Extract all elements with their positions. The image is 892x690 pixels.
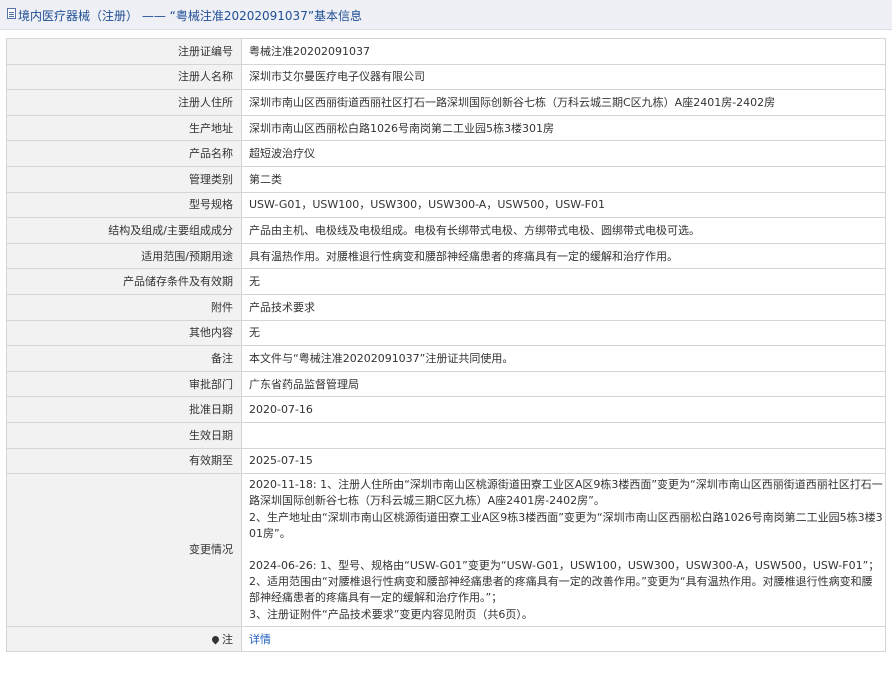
details-link[interactable]: 详情 [249,633,271,646]
row-management-category: 管理类别 第二类 [6,165,886,193]
row-label: 注册人住所 [6,89,242,116]
note-label: 注 [222,632,233,646]
row-label: 产品名称 [6,140,242,167]
change-history-content: 2020-11-18: 1、注册人住所由“深圳市南山区桃源街道田寮工业区A区9栋… [241,473,886,627]
row-label: 变更情况 [6,473,242,627]
row-label: 其他内容 [6,319,242,347]
change-line: 3、注册证附件“产品技术要求”变更内容见附页（共6页）。 [249,607,533,621]
row-intended-use: 适用范围/预期用途 具有温热作用。对腰椎退行性病变和腰部神经痛患者的疼痛具有一定… [6,242,886,270]
row-remarks: 备注 本文件与“粤械注准20202091037”注册证共同使用。 [6,345,886,372]
row-label: 附件 [6,293,242,321]
row-value: 产品技术要求 [241,293,886,321]
row-value: USW-G01，USW100，USW300，USW300-A，USW500，US… [241,191,886,219]
row-value: 深圳市艾尔曼医疗电子仪器有限公司 [241,63,886,91]
row-valid-until: 有效期至 2025-07-15 [6,447,886,475]
row-value: 粤械注准20202091037 [241,38,886,65]
change-line: 2024-06-26: 1、型号、规格由“USW-G01”变更为“USW-G01… [249,558,880,572]
note-value-cell: 详情 [241,625,886,653]
row-label: 管理类别 [6,165,242,193]
change-line: 2、适用范围由“对腰椎退行性病变和腰部神经痛患者的疼痛具有一定的改善作用。”变更… [249,575,873,589]
row-label: 注册证编号 [6,38,242,65]
change-line: 部神经痛患者的疼痛具有一定的缓解和治疗作用。”； [249,591,503,605]
row-label: 适用范围/预期用途 [6,242,242,270]
row-value: 具有温热作用。对腰椎退行性病变和腰部神经痛患者的疼痛具有一定的缓解和治疗作用。 [241,242,886,270]
row-label: 产品储存条件及有效期 [6,268,242,295]
row-attachment: 附件 产品技术要求 [6,293,886,321]
row-label: 审批部门 [6,370,242,398]
note-label-cell: 注 [6,625,242,653]
row-label: 有效期至 [6,447,242,475]
row-value: 无 [241,268,886,295]
document-icon [7,8,16,19]
row-approval-date: 批准日期 2020-07-16 [6,396,886,423]
row-label: 生产地址 [6,114,242,142]
row-value: 本文件与“粤械注准20202091037”注册证共同使用。 [241,345,886,372]
row-value: 产品由主机、电极线及电极组成。电极有长绑带式电极、方绑带式电极、圆绑带式电极可选… [241,217,886,244]
row-value: 2025-07-15 [241,447,886,475]
row-other-content: 其他内容 无 [6,319,886,347]
row-value: 2020-07-16 [241,396,886,423]
row-registration-number: 注册证编号 粤械注准20202091037 [6,38,886,65]
row-approval-department: 审批部门 广东省药品监督管理局 [6,370,886,398]
row-effective-date: 生效日期 [6,421,886,449]
change-line: 2020-11-18: 1、注册人住所由“深圳市南山区桃源街道田寮工业区A区9栋… [249,478,883,492]
row-model-spec: 型号规格 USW-G01，USW100，USW300，USW300-A，USW5… [6,191,886,219]
row-value: 深圳市南山区西丽松白路1026号南岗第二工业园5栋3楼301房 [241,114,886,142]
row-label: 注册人名称 [6,63,242,91]
row-label: 型号规格 [6,191,242,219]
pin-icon [210,634,221,644]
row-value [241,421,886,449]
page-title: 境内医疗器械（注册） —— “粤械注准20202091037”基本信息 [18,9,363,23]
row-value: 无 [241,319,886,347]
row-storage-conditions: 产品储存条件及有效期 无 [6,268,886,295]
row-value: 第二类 [241,165,886,193]
row-label: 结构及组成/主要组成成分 [6,217,242,244]
row-value: 广东省药品监督管理局 [241,370,886,398]
row-registrant-name: 注册人名称 深圳市艾尔曼医疗电子仪器有限公司 [6,63,886,91]
row-registrant-address: 注册人住所 深圳市南山区西丽街道西丽社区打石一路深圳国际创新谷七栋（万科云城三期… [6,89,886,116]
change-line: 路深圳国际创新谷七栋（万科云城三期C区九栋）A座2401房-2402房”。 [249,494,605,508]
info-table: 注册证编号 粤械注准20202091037 注册人名称 深圳市艾尔曼医疗电子仪器… [6,38,886,653]
change-line: 01房”。 [249,526,291,540]
row-value: 深圳市南山区西丽街道西丽社区打石一路深圳国际创新谷七栋（万科云城三期C区九栋）A… [241,89,886,116]
row-label: 备注 [6,345,242,372]
row-product-name: 产品名称 超短波治疗仪 [6,140,886,167]
row-note: 注 详情 [6,625,886,653]
change-line-spacer [249,542,885,558]
row-production-address: 生产地址 深圳市南山区西丽松白路1026号南岗第二工业园5栋3楼301房 [6,114,886,142]
row-value: 超短波治疗仪 [241,140,886,167]
row-label: 生效日期 [6,421,242,449]
row-change-history: 变更情况 2020-11-18: 1、注册人住所由“深圳市南山区桃源街道田寮工业… [6,473,886,627]
change-line: 2、生产地址由“深圳市南山区桃源街道田寮工业A区9栋3楼西面”变更为“深圳市南山… [249,510,883,524]
row-structure-composition: 结构及组成/主要组成成分 产品由主机、电极线及电极组成。电极有长绑带式电极、方绑… [6,217,886,244]
row-label: 批准日期 [6,396,242,423]
page-header: 境内医疗器械（注册） —— “粤械注准20202091037”基本信息 [0,0,892,30]
